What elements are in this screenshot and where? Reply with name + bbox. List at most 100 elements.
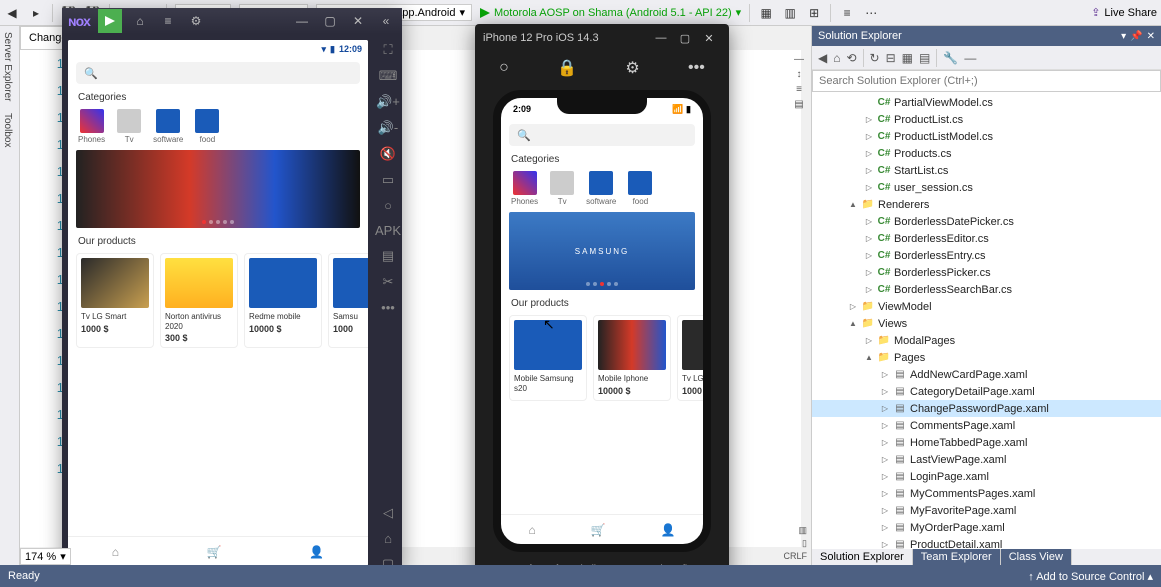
record-icon[interactable]: ○ xyxy=(384,198,392,213)
tree-row[interactable]: ▲📁Renderers xyxy=(812,196,1161,213)
more-icon[interactable]: ••• xyxy=(381,300,395,315)
tree-row[interactable]: ▷▤MyFavoritePage.xaml xyxy=(812,502,1161,519)
tb-icon-3[interactable]: ⊞ xyxy=(806,5,822,21)
server-explorer-tab[interactable]: Server Explorer xyxy=(0,26,15,107)
nox-collapse-icon[interactable]: « xyxy=(376,14,396,28)
tb-icon-5[interactable]: ⋯ xyxy=(863,5,879,21)
product-card[interactable]: Samsu1000 xyxy=(328,253,368,348)
ios-more-icon[interactable]: ••• xyxy=(688,59,705,77)
se-wrench-icon[interactable]: 🔧 xyxy=(943,51,958,65)
product-card[interactable]: Mobile Samsung s20 xyxy=(509,315,587,401)
back-icon[interactable]: ◁ xyxy=(383,505,393,521)
se-sync-icon[interactable]: ⟲ xyxy=(846,51,856,65)
keyboard-icon[interactable]: ⌨ xyxy=(379,68,398,84)
ios-tab-cart-icon[interactable]: 🛒 xyxy=(591,523,606,537)
se-showall-icon[interactable]: ▦ xyxy=(902,51,913,65)
nav-back-icon[interactable]: ◀ xyxy=(4,5,20,21)
tab-profile-icon[interactable]: 👤 xyxy=(309,545,324,559)
se-back-icon[interactable]: ◀ xyxy=(818,51,827,65)
tree-row[interactable]: ▷▤AddNewCardPage.xaml xyxy=(812,366,1161,383)
tree-row[interactable]: ▲📁Pages xyxy=(812,349,1161,366)
ios-max-icon[interactable]: ▢ xyxy=(673,32,697,45)
tree-row[interactable]: ▷▤MyCommentsPages.xaml xyxy=(812,485,1161,502)
margin-icon-3[interactable]: ≡ xyxy=(796,84,802,95)
ios-min-icon[interactable]: — xyxy=(649,32,673,44)
tree-row[interactable]: ▷▤LoginPage.xaml xyxy=(812,468,1161,485)
ios-promo-banner[interactable]: SAMSUNG xyxy=(509,212,695,290)
category-item[interactable]: software xyxy=(586,171,616,206)
tree-row[interactable]: ▷▤ProductDetail.xaml xyxy=(812,536,1161,549)
se-more-icon[interactable]: — xyxy=(964,51,976,65)
tb-icon-2[interactable]: ▥ xyxy=(782,5,798,21)
ios-lock-icon[interactable]: 🔒 xyxy=(557,58,577,78)
ios-search-input[interactable]: 🔍 xyxy=(509,124,695,146)
tree-row[interactable]: ▷C#BorderlessPicker.cs xyxy=(812,264,1161,281)
nav-fwd-icon[interactable]: ▸ xyxy=(28,5,44,21)
se-properties-icon[interactable]: ▤ xyxy=(919,51,930,65)
nox-gear-icon[interactable]: ⚙ xyxy=(186,14,206,28)
run-button[interactable]: Motorola AOSP on Shama (Android 5.1 - AP… xyxy=(480,6,741,19)
se-refresh-icon[interactable]: ↻ xyxy=(870,51,880,65)
tree-row[interactable]: ▷📁ModalPages xyxy=(812,332,1161,349)
tb-icon-1[interactable]: ▦ xyxy=(758,5,774,21)
se-home-icon[interactable]: ⌂ xyxy=(833,51,840,65)
margin-icon-1[interactable]: — xyxy=(794,54,804,65)
tree-row[interactable]: ▲📁Views xyxy=(812,315,1161,332)
tab-cart-icon[interactable]: 🛒 xyxy=(207,545,222,559)
tree-row[interactable]: ▷C#BorderlessEntry.cs xyxy=(812,247,1161,264)
category-item[interactable]: food xyxy=(195,109,219,144)
home-icon[interactable]: ⌂ xyxy=(384,531,392,546)
solution-tree[interactable]: C#PartialViewModel.cs▷C#ProductList.cs ▷C… xyxy=(812,92,1161,549)
margin-icon-4[interactable]: ▤ xyxy=(794,99,803,110)
ios-home-icon[interactable]: ○ xyxy=(499,59,509,77)
panel-pin-icon[interactable]: 📌 xyxy=(1130,31,1142,42)
tree-row[interactable]: ▷📁ViewModel xyxy=(812,298,1161,315)
split-icon[interactable]: ▥ xyxy=(798,525,807,536)
product-card[interactable]: Norton antivirus 2020300 $ xyxy=(160,253,238,348)
nox-min-icon[interactable]: — xyxy=(292,14,312,28)
ios-tab-profile-icon[interactable]: 👤 xyxy=(661,523,676,537)
tree-row[interactable]: ▷C#BorderlessDatePicker.cs xyxy=(812,213,1161,230)
zoom-dropdown[interactable]: 174 % ▾ xyxy=(20,548,71,565)
category-item[interactable]: food xyxy=(628,171,652,206)
tree-row[interactable]: ▷▤CategoryDetailPage.xaml xyxy=(812,383,1161,400)
category-item[interactable]: Phones xyxy=(511,171,538,206)
tree-row[interactable]: ▷C#BorderlessEditor.cs xyxy=(812,230,1161,247)
ios-gear-icon[interactable]: ⚙ xyxy=(625,58,639,78)
live-share-button[interactable]: ⇪Live Share xyxy=(1091,6,1157,19)
nox-play-button[interactable] xyxy=(98,9,122,33)
apk-icon[interactable]: APK xyxy=(375,223,401,238)
tree-row[interactable]: ▷▤CommentsPage.xaml xyxy=(812,417,1161,434)
nox-max-icon[interactable]: ▢ xyxy=(320,14,340,28)
app-search-input[interactable]: 🔍 xyxy=(76,62,360,84)
vol-mute-icon[interactable]: 🔇 xyxy=(380,146,396,162)
scissors-icon[interactable]: ✂ xyxy=(383,274,394,290)
fullscreen-icon[interactable]: ⛶ xyxy=(383,42,392,58)
tab-home-icon[interactable]: ⌂ xyxy=(112,545,119,559)
tree-row[interactable]: ▷C#ProductList.cs xyxy=(812,111,1161,128)
nox-close-icon[interactable]: ✕ xyxy=(348,14,368,28)
product-card[interactable]: Tv LG S1000 $ xyxy=(677,315,703,401)
tree-row[interactable]: ▷▤MyOrderPage.xaml xyxy=(812,519,1161,536)
ios-device-screen[interactable]: 2:09📶 ▮ 🔍 Categories PhonesTvsoftwarefoo… xyxy=(493,90,711,552)
screenshot-icon[interactable]: ▭ xyxy=(382,172,394,188)
vol-up-icon[interactable]: 🔊+ xyxy=(376,94,400,110)
nox-titlebar[interactable]: ɴox ⌂ ≡ ⚙ — ▢ ✕ « xyxy=(62,8,402,34)
vol-down-icon[interactable]: 🔊- xyxy=(378,120,399,136)
source-control-button[interactable]: ↑ Add to Source Control ▴ xyxy=(1028,570,1153,583)
tree-row[interactable]: ▷C#StartList.cs xyxy=(812,162,1161,179)
panel-close-icon[interactable]: ✕ xyxy=(1147,31,1155,42)
tree-row[interactable]: ▷▤HomeTabbedPage.xaml xyxy=(812,434,1161,451)
tree-row[interactable]: C#PartialViewModel.cs xyxy=(812,94,1161,111)
se-collapse-icon[interactable]: ⊟ xyxy=(886,51,896,65)
nox-screen[interactable]: ▾ ▮ 12:09 🔍 Categories PhonesTvsoftwaref… xyxy=(68,40,368,566)
tb-icon-4[interactable]: ≡ xyxy=(839,5,855,21)
ios-close-icon[interactable]: ✕ xyxy=(697,32,721,45)
promo-banner[interactable] xyxy=(76,150,360,228)
category-item[interactable]: Tv xyxy=(550,171,574,206)
tree-row[interactable]: ▷▤ChangePasswordPage.xaml xyxy=(812,400,1161,417)
tree-row[interactable]: ▷C#Products.cs xyxy=(812,145,1161,162)
product-card[interactable]: Tv LG Smart1000 $ xyxy=(76,253,154,348)
ios-titlebar[interactable]: iPhone 12 Pro iOS 14.3 — ▢ ✕ xyxy=(475,24,729,52)
tree-row[interactable]: ▷C#BorderlessSearchBar.cs xyxy=(812,281,1161,298)
